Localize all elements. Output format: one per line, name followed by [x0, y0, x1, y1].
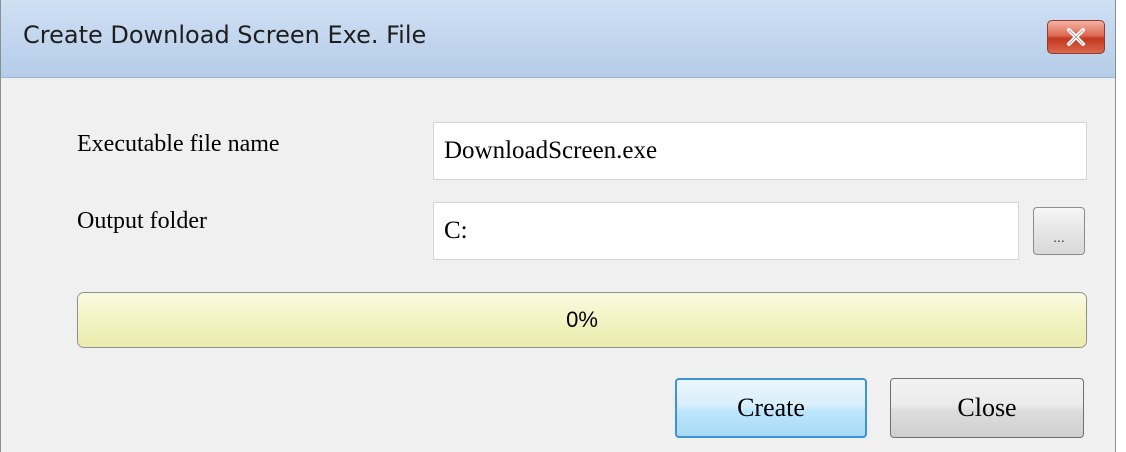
close-icon	[1067, 28, 1085, 46]
progress-bar: 0%	[77, 292, 1087, 348]
browse-folder-button[interactable]: ...	[1033, 207, 1085, 255]
progress-label: 0%	[566, 307, 598, 332]
dialog-body: Executable file name Output folder ... 0…	[1, 78, 1115, 452]
title-bar[interactable]: Create Download Screen Exe. File	[1, 0, 1115, 78]
window-close-button[interactable]	[1047, 20, 1105, 54]
executable-file-name-input[interactable]	[433, 122, 1087, 180]
output-folder-input[interactable]	[433, 202, 1019, 260]
output-folder-label: Output folder	[77, 208, 207, 234]
close-button[interactable]: Close	[890, 378, 1084, 438]
window-title: Create Download Screen Exe. File	[23, 21, 427, 49]
create-button[interactable]: Create	[675, 378, 867, 438]
dialog-window: Create Download Screen Exe. File Executa…	[0, 0, 1116, 452]
executable-file-name-label: Executable file name	[77, 131, 280, 157]
